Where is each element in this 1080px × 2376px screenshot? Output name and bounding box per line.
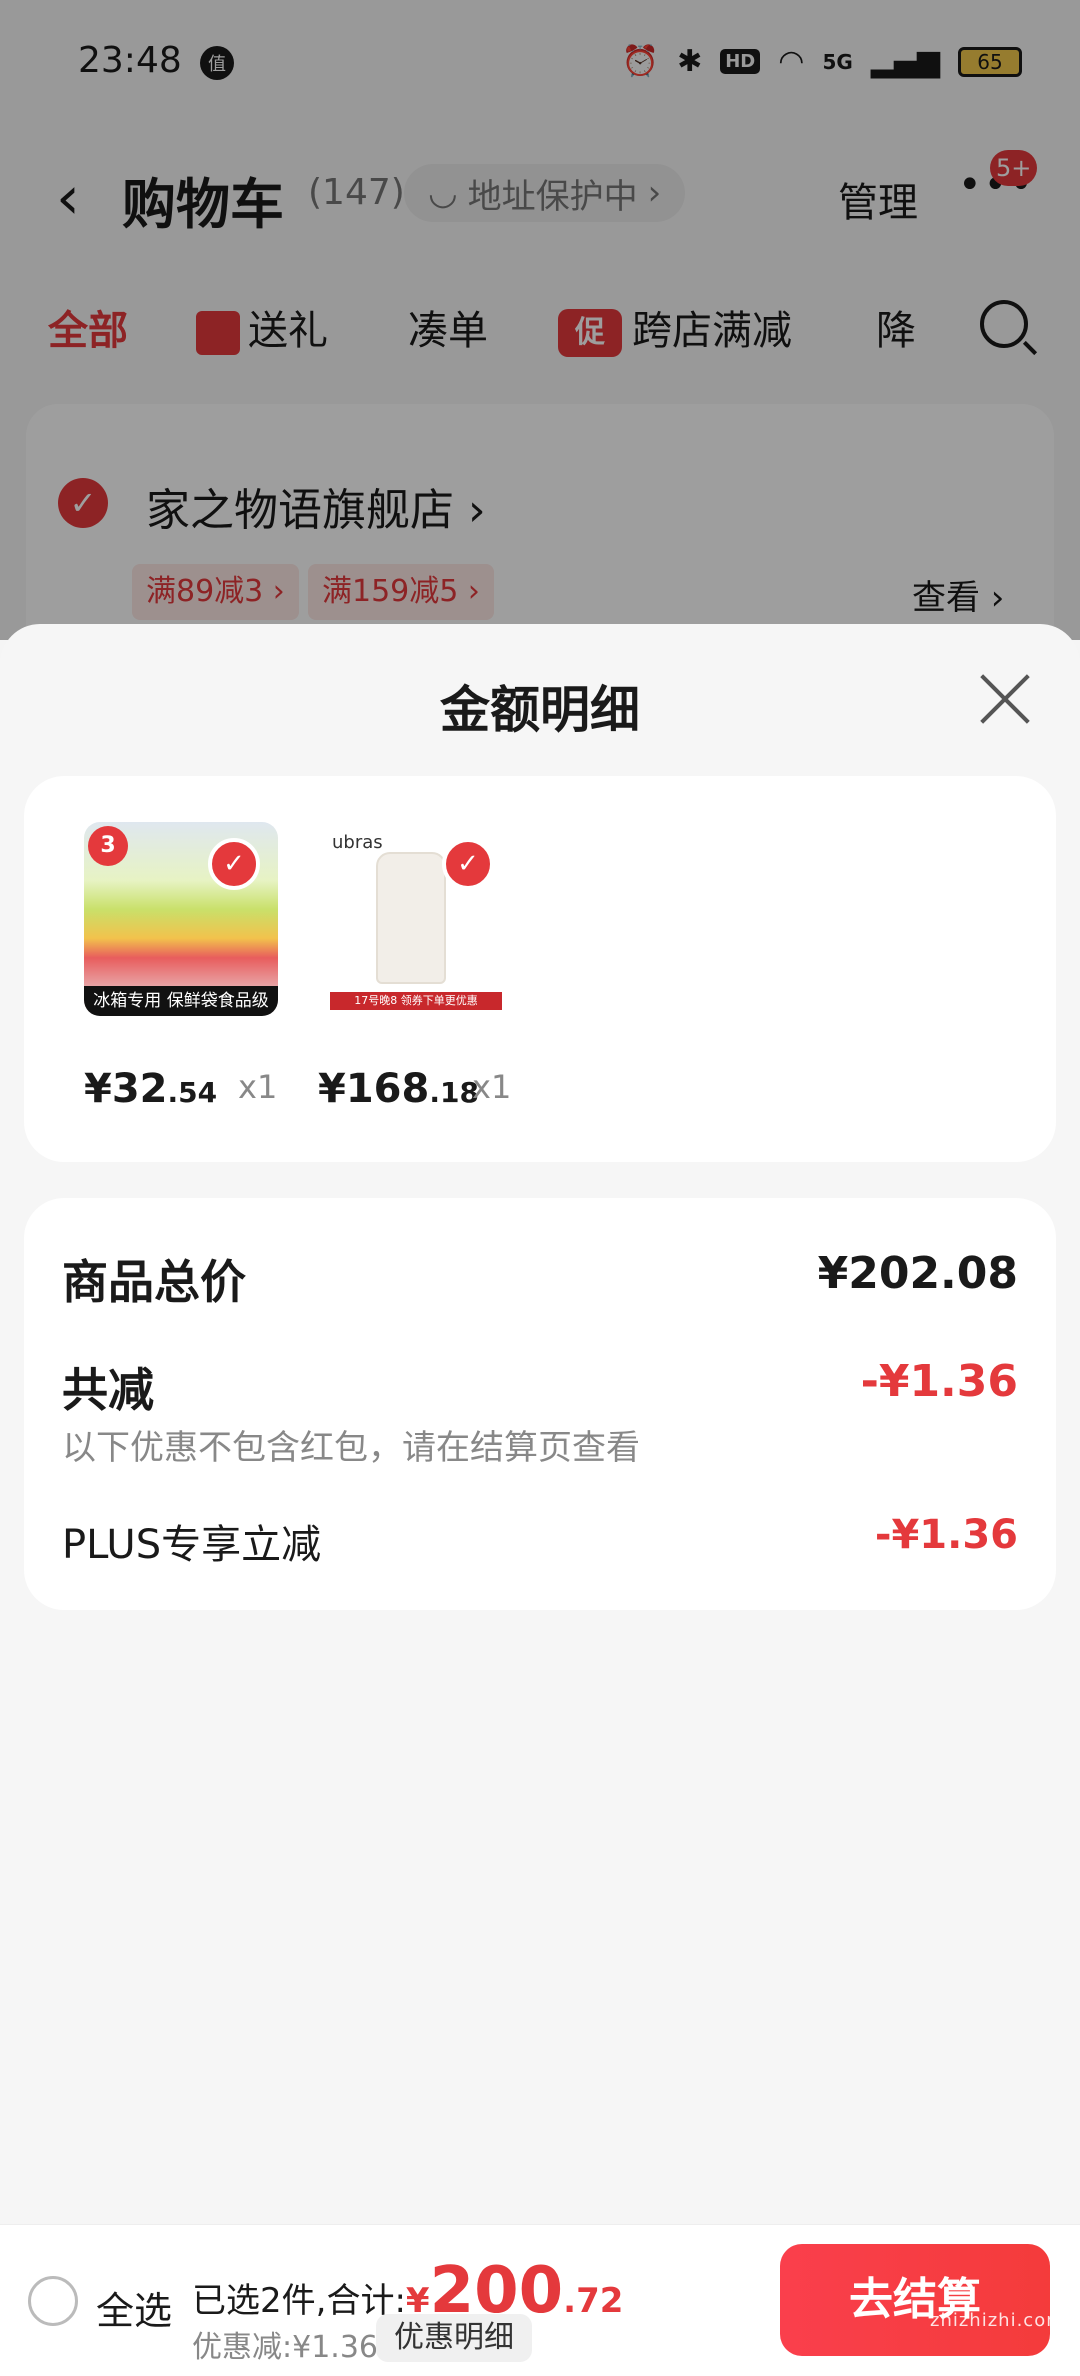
close-icon[interactable] [978,672,1032,726]
checkout-button[interactable]: 去结算 [780,2244,1050,2356]
total-price-value: ¥202.08 [817,1248,1018,1299]
plus-discount-value: -¥1.36 [874,1512,1018,1558]
thumbnail-brand: ubras [332,832,383,853]
product-price: ¥32.54 [84,1066,217,1112]
price-dec: .54 [167,1076,218,1109]
thumbnail-caption: 冰箱专用 保鲜袋食品级 [84,986,278,1016]
product-qty: x1 [238,1068,278,1106]
discount-value: -¥1.36 [860,1356,1018,1407]
product-check-icon: ✓ [442,838,494,890]
modal-backdrop[interactable] [0,0,1080,640]
price-int: ¥32 [84,1066,168,1112]
select-all-checkbox[interactable] [28,2276,78,2326]
discount-summary: 优惠减:¥1.36 [192,2330,378,2365]
bundle-tag: 3 [88,826,128,866]
total-price-label: 商品总价 [62,1255,246,1309]
sheet-title: 金额明细 [440,681,640,739]
garment-image [376,852,446,984]
plus-discount-label: PLUS专享立减 [62,1522,322,1568]
discount-detail-button[interactable]: 优惠明细 [376,2314,532,2362]
discount-note: 以下优惠不包含红包，请在结算页查看 [62,1428,640,1468]
discount-label: 共减 [62,1363,154,1417]
price-int: ¥168 [318,1066,430,1112]
selected-text: 已选2件,合计: [192,2281,406,2321]
total-decimal: .72 [563,2281,624,2321]
product-qty: x1 [472,1068,512,1106]
select-all-label[interactable]: 全选 [96,2280,172,2335]
thumbnail-promo-strip: 17号晚8 领券下单更优惠 [330,992,502,1010]
product-price: ¥168.18 [318,1066,479,1112]
watermark: zhizhizhi.com [930,2310,1065,2331]
product-check-icon: ✓ [208,838,260,890]
